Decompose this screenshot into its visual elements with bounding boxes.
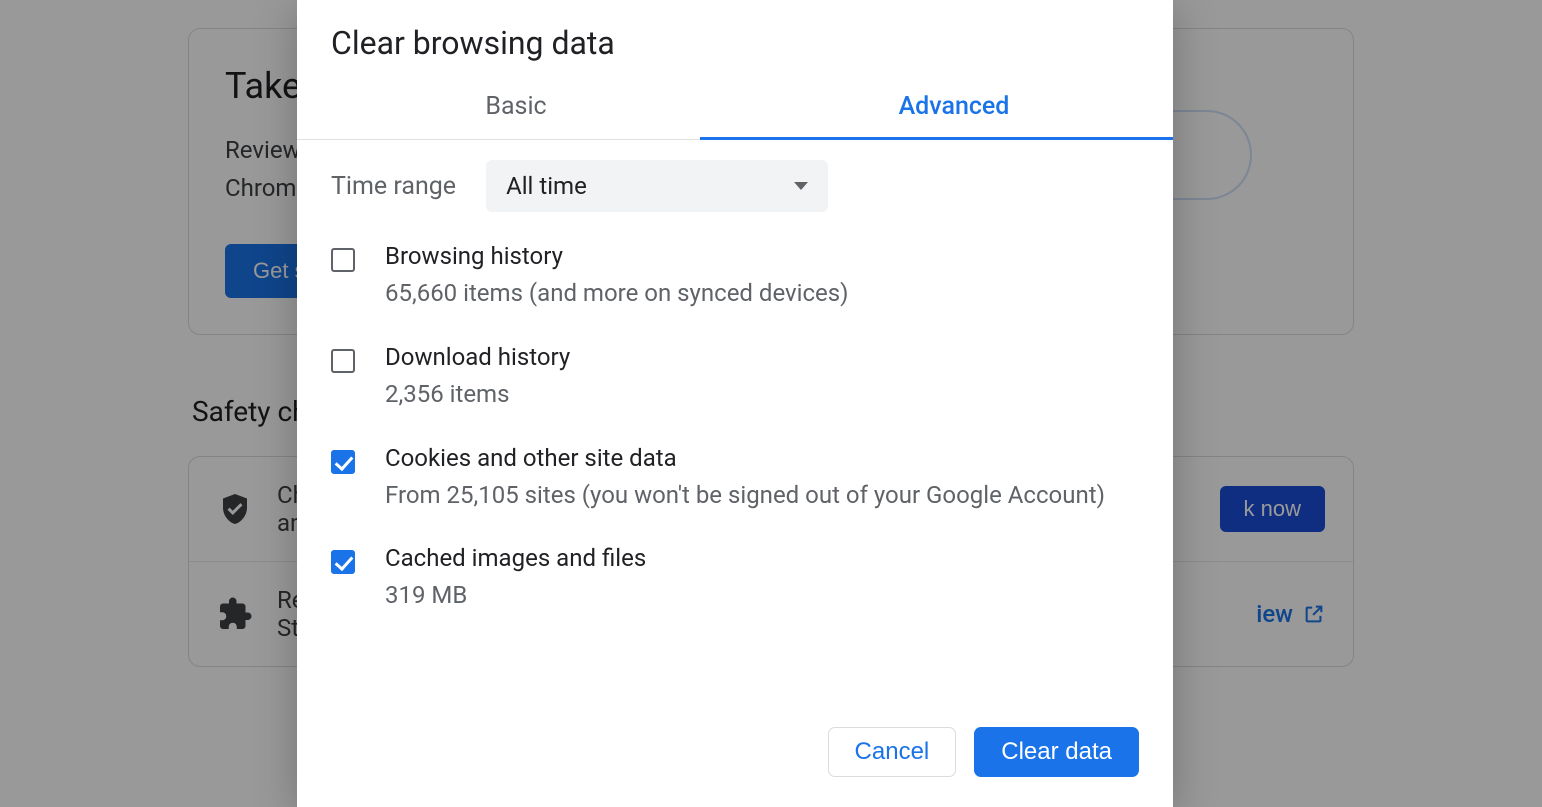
option-cookies: Cookies and other site data From 25,105 … [331, 444, 1139, 513]
option-download-history: Download history 2,356 items [331, 343, 1139, 412]
time-range-label: Time range [331, 172, 456, 201]
option-title: Cookies and other site data [385, 444, 1105, 472]
checkbox-browsing-history[interactable] [331, 248, 355, 272]
option-subtitle: 2,356 items [385, 377, 570, 412]
option-subtitle: From 25,105 sites (you won't be signed o… [385, 478, 1105, 513]
option-browsing-history: Browsing history 65,660 items (and more … [331, 242, 1139, 311]
checkbox-download-history[interactable] [331, 349, 355, 373]
options-list: Browsing history 65,660 items (and more … [331, 242, 1139, 613]
option-subtitle: 65,660 items (and more on synced devices… [385, 276, 849, 311]
cancel-button[interactable]: Cancel [828, 727, 957, 777]
dialog-footer: Cancel Clear data [297, 707, 1173, 807]
tab-bar: Basic Advanced [297, 80, 1173, 140]
checkbox-cookies[interactable] [331, 450, 355, 474]
option-title: Cached images and files [385, 544, 646, 572]
dialog-body[interactable]: Time range All time Browsing history 65,… [297, 140, 1173, 707]
time-range-select[interactable]: All time [486, 160, 828, 212]
time-range-row: Time range All time [331, 160, 1139, 212]
chevron-down-icon [794, 182, 808, 190]
option-cached: Cached images and files 319 MB [331, 544, 1139, 613]
clear-data-button[interactable]: Clear data [974, 727, 1139, 777]
tab-basic[interactable]: Basic [297, 80, 735, 139]
time-range-value: All time [506, 172, 587, 200]
clear-browsing-data-dialog: Clear browsing data Basic Advanced Time … [297, 0, 1173, 807]
option-subtitle: 319 MB [385, 578, 646, 613]
option-title: Browsing history [385, 242, 849, 270]
dialog-title: Clear browsing data [297, 0, 1173, 80]
option-title: Download history [385, 343, 570, 371]
checkbox-cached[interactable] [331, 550, 355, 574]
tab-advanced[interactable]: Advanced [735, 80, 1173, 139]
